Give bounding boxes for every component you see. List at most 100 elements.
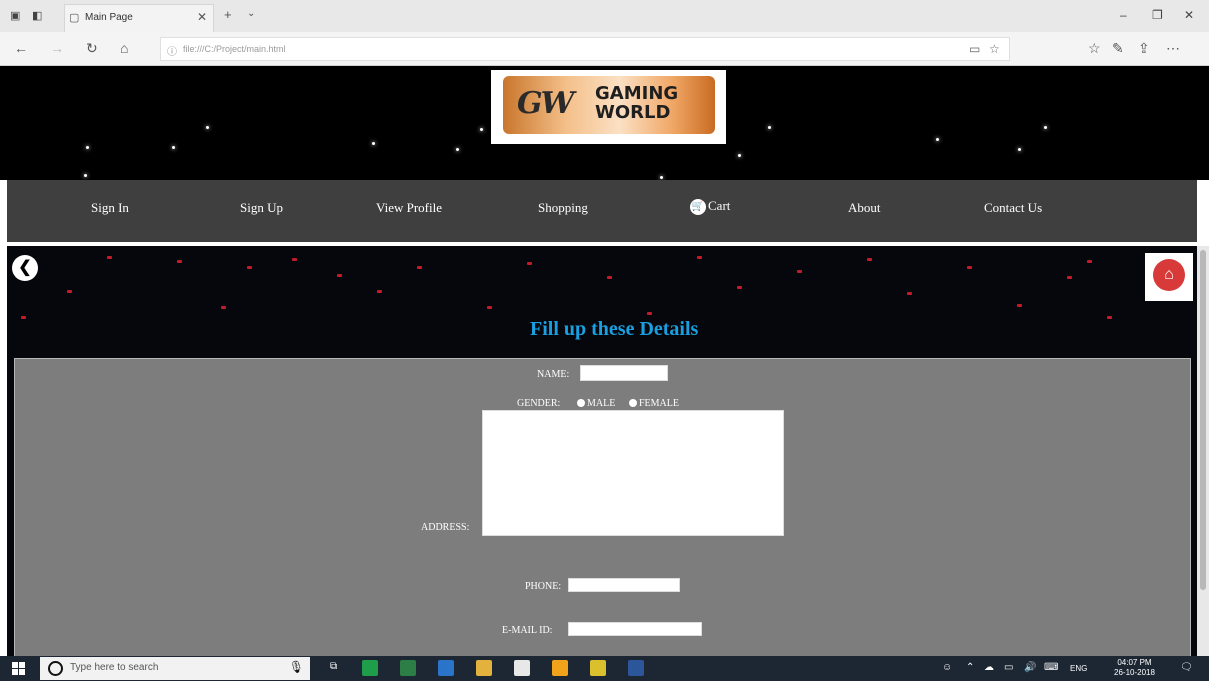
back-icon[interactable]: ← bbox=[14, 40, 28, 56]
store-bag-icon[interactable] bbox=[514, 660, 530, 676]
red-light bbox=[247, 266, 252, 269]
red-light bbox=[907, 292, 912, 295]
scrollbar-thumb[interactable] bbox=[1200, 250, 1206, 590]
back-button[interactable]: ❮ bbox=[12, 255, 38, 281]
chevron-up-icon[interactable]: ⌃ bbox=[966, 662, 974, 673]
site-logo[interactable]: GW GAMING WORLD bbox=[491, 70, 726, 144]
minimize-button[interactable]: – bbox=[1120, 8, 1127, 22]
refresh-icon[interactable]: ↻ bbox=[86, 40, 98, 57]
window-close-button[interactable]: ✕ bbox=[1184, 8, 1194, 22]
email-input[interactable] bbox=[568, 622, 702, 636]
favorites-icon[interactable]: ☆ bbox=[1088, 40, 1101, 57]
red-light bbox=[867, 258, 872, 261]
people-icon[interactable]: ☺ bbox=[942, 662, 952, 673]
favorite-star-icon[interactable]: ☆ bbox=[989, 42, 1000, 56]
red-light bbox=[377, 290, 382, 293]
page-scrollbar[interactable] bbox=[1197, 246, 1209, 656]
star-decoration bbox=[84, 174, 87, 177]
forward-icon[interactable]: → bbox=[50, 40, 64, 56]
battery-icon[interactable]: ▭ bbox=[1004, 662, 1013, 673]
red-light bbox=[1067, 276, 1072, 279]
nav-sign-in[interactable]: Sign In bbox=[91, 200, 129, 216]
more-icon[interactable]: ⋯ bbox=[1166, 40, 1180, 57]
share-icon[interactable]: ⇪ bbox=[1138, 40, 1150, 57]
logo-line-2: WORLD bbox=[595, 102, 671, 123]
home-icon[interactable]: ⌂ bbox=[120, 40, 128, 56]
email-label: E-MAIL ID: bbox=[502, 625, 553, 636]
browser-tab-bar: ▣ ◧ ▢ Main Page ✕ + ⌄ – ❐ ✕ bbox=[0, 0, 1209, 32]
nav-cart[interactable]: 🛒 Cart bbox=[690, 198, 730, 216]
close-icon[interactable]: ✕ bbox=[197, 10, 207, 24]
logo-line-1: GAMING bbox=[595, 83, 679, 104]
red-light bbox=[647, 312, 652, 315]
nav-sign-up[interactable]: Sign Up bbox=[240, 200, 283, 216]
star-decoration bbox=[480, 128, 483, 131]
taskbar-search[interactable]: Type here to search 🎙 bbox=[40, 657, 310, 680]
address-bar[interactable]: ⓘ file:///C:/Project/main.html ☆ ▭ bbox=[160, 37, 1010, 61]
nav-view-profile[interactable]: View Profile bbox=[376, 200, 442, 216]
red-light bbox=[697, 256, 702, 259]
red-light bbox=[107, 256, 112, 259]
red-light bbox=[967, 266, 972, 269]
url-text[interactable]: file:///C:/Project/main.html bbox=[183, 44, 286, 54]
name-input[interactable] bbox=[580, 365, 668, 381]
site-nav: Sign In Sign Up View Profile Shopping 🛒 C… bbox=[7, 180, 1197, 242]
address-label: ADDRESS: bbox=[421, 522, 470, 533]
red-light bbox=[737, 286, 742, 289]
cortana-icon bbox=[48, 661, 63, 676]
windows-taskbar: Type here to search 🎙 ⧉ ☺ ⌃ ☁ ▭ 🔊 ⌨ ENG … bbox=[0, 656, 1209, 681]
phone-input[interactable] bbox=[568, 578, 680, 592]
browser-tab[interactable]: ▢ Main Page ✕ bbox=[64, 4, 214, 32]
red-light bbox=[292, 258, 297, 261]
red-light bbox=[1087, 260, 1092, 263]
app-icon-green[interactable] bbox=[362, 660, 378, 676]
volume-icon[interactable]: 🔊 bbox=[1024, 662, 1036, 673]
address-textarea[interactable] bbox=[482, 410, 784, 536]
red-light bbox=[1017, 304, 1022, 307]
app-icon-orange[interactable] bbox=[552, 660, 568, 676]
star-decoration bbox=[660, 176, 663, 179]
form-title: Fill up these Details bbox=[530, 318, 699, 340]
red-light bbox=[337, 274, 342, 277]
network-icon[interactable]: ☁ bbox=[984, 662, 994, 673]
star-decoration bbox=[738, 154, 741, 157]
microphone-icon[interactable]: 🎙 bbox=[289, 660, 304, 674]
notification-icon[interactable]: 🗨 bbox=[1180, 662, 1193, 673]
language-indicator[interactable]: ENG bbox=[1070, 664, 1087, 673]
word-icon[interactable] bbox=[628, 660, 644, 676]
reading-view-icon[interactable]: ▭ bbox=[969, 42, 980, 56]
task-view-icon[interactable]: ⧉ bbox=[330, 661, 337, 672]
app-icon-store[interactable] bbox=[400, 660, 416, 676]
system-clock[interactable]: 04:07 PM 26-10-2018 bbox=[1114, 658, 1155, 678]
red-light bbox=[417, 266, 422, 269]
windows-start-icon[interactable] bbox=[12, 662, 25, 675]
tab-aside-icon[interactable]: ▣ bbox=[10, 9, 20, 22]
chevron-down-icon[interactable]: ⌄ bbox=[247, 8, 255, 19]
details-form: NAME: GENDER: MALE FEMALE ADDRESS: PHONE… bbox=[14, 358, 1191, 658]
nav-contact-us[interactable]: Contact Us bbox=[984, 200, 1042, 216]
nav-about[interactable]: About bbox=[848, 200, 881, 216]
logo-text: GAMING WORLD bbox=[595, 84, 678, 122]
page-icon: ▢ bbox=[69, 12, 80, 24]
red-light bbox=[797, 270, 802, 273]
pen-icon[interactable]: ✎ bbox=[1112, 40, 1124, 57]
maximize-button[interactable]: ❐ bbox=[1152, 8, 1163, 22]
gender-female-radio[interactable] bbox=[629, 399, 637, 407]
app-icon-yellow[interactable] bbox=[590, 660, 606, 676]
tab-preview-icon[interactable]: ◧ bbox=[32, 9, 42, 22]
plus-icon[interactable]: + bbox=[224, 7, 232, 22]
site-header: GW GAMING WORLD bbox=[0, 66, 1209, 180]
red-light bbox=[67, 290, 72, 293]
info-icon[interactable]: ⓘ bbox=[167, 43, 177, 58]
keyboard-icon[interactable]: ⌨ bbox=[1044, 662, 1058, 673]
nav-shopping[interactable]: Shopping bbox=[538, 200, 588, 216]
file-explorer-icon[interactable] bbox=[476, 660, 492, 676]
browser-toolbar: ← → ↻ ⌂ ⓘ file:///C:/Project/main.html ☆… bbox=[0, 32, 1209, 66]
cart-icon: 🛒 bbox=[690, 199, 706, 216]
gender-male-radio[interactable] bbox=[577, 399, 585, 407]
home-button[interactable]: ⌂ bbox=[1145, 253, 1193, 301]
name-label: NAME: bbox=[537, 369, 570, 380]
home-icon: ⌂ bbox=[1153, 259, 1185, 291]
edge-icon[interactable] bbox=[438, 660, 454, 676]
red-light bbox=[527, 262, 532, 265]
